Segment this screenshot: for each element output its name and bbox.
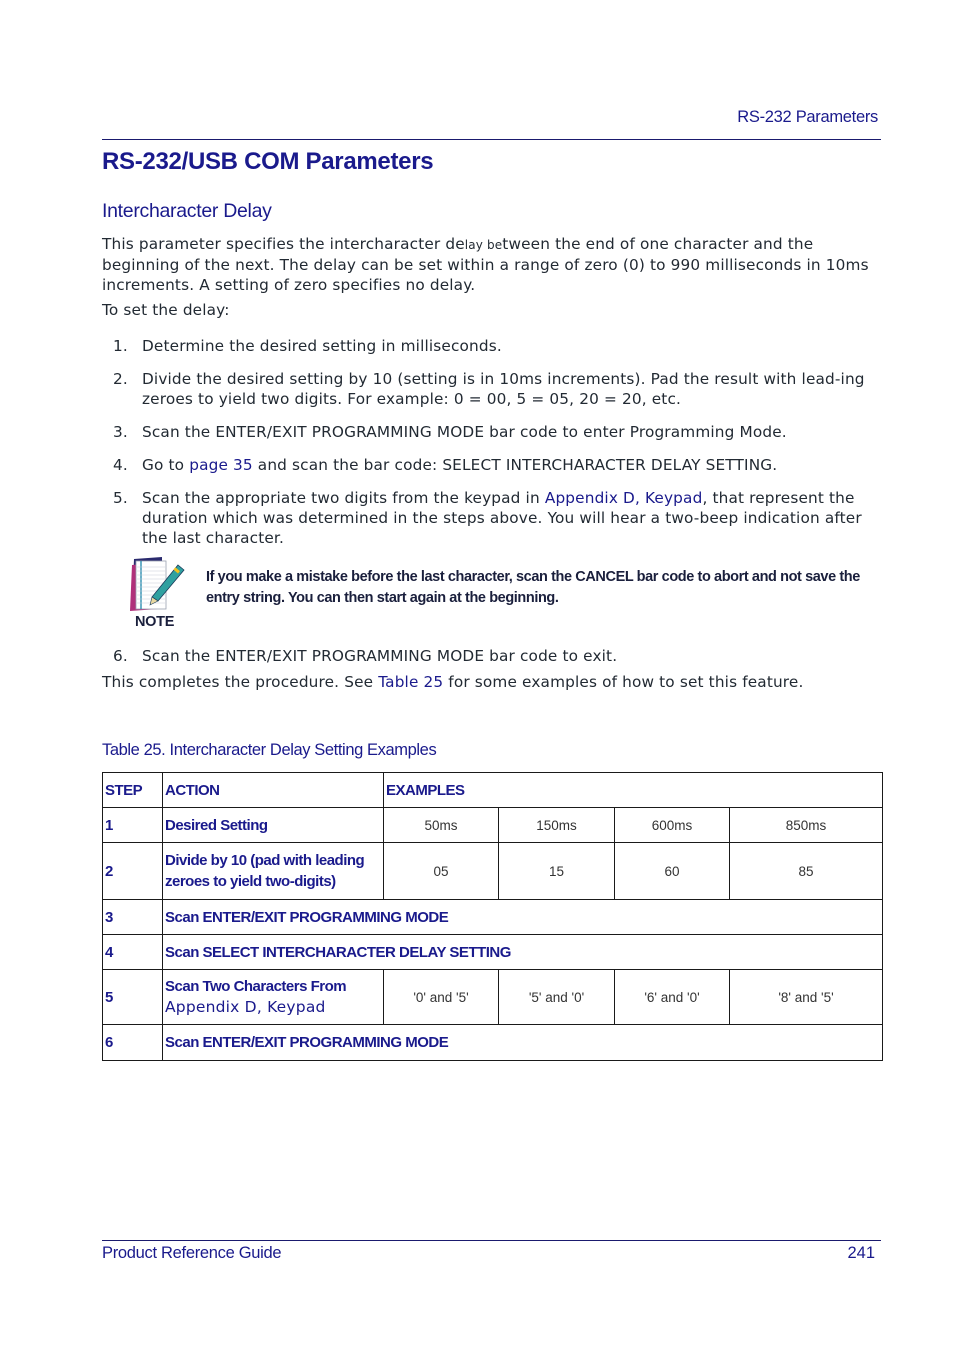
step-item: 2. Divide the desired setting by 10 (sett… — [102, 369, 882, 409]
footer-guide-title: Product Reference Guide — [102, 1244, 282, 1262]
step-cell: 6 — [102, 1024, 163, 1061]
intro-text-2: lay be — [464, 238, 503, 252]
header-examples: EXAMPLES — [382, 772, 884, 808]
step-number: 3. — [113, 423, 128, 441]
step-item: 1. Determine the desired setting in milli… — [102, 336, 882, 356]
intro-paragraph: This parameter specifies the intercharac… — [102, 234, 877, 295]
step-text: Divide the desired setting by 10 (settin… — [142, 370, 865, 408]
table-row: 5 Scan Two Characters From Appendix D, Ke… — [102, 969, 884, 1025]
step-text: Scan the ENTER/EXIT PROGRAMMING MODE bar… — [142, 647, 618, 665]
procedure-steps: 1. Determine the desired setting in milli… — [102, 336, 882, 561]
table-row: 3 Scan ENTER/EXIT PROGRAMMING MODE — [102, 899, 884, 935]
note-label: NOTE — [135, 614, 175, 630]
page-35-link[interactable]: page 35 — [189, 456, 253, 474]
example-cell: '0' and '5' — [383, 969, 499, 1025]
example-cell: 600ms — [614, 807, 730, 843]
step-text: Go to — [142, 456, 190, 474]
closing-text: This completes the procedure. See — [102, 673, 379, 691]
action-cell: Scan Two Characters From Appendix D, Keyp… — [162, 969, 384, 1025]
header-step: STEP — [102, 772, 163, 808]
table-caption: Table 25. Intercharacter Delay Setting E… — [102, 741, 437, 759]
action-cell: Divide by 10 (pad with leading zeroes to… — [162, 842, 384, 900]
running-header: RS-232 Parameters — [737, 108, 878, 126]
step-number: 4. — [113, 456, 128, 474]
to-set-label: To set the delay: — [102, 301, 230, 319]
note-pad-pen-icon — [130, 557, 185, 611]
step-cell: 4 — [102, 934, 163, 970]
action-cell: Scan ENTER/EXIT PROGRAMMING MODE — [161, 1024, 884, 1061]
delay-examples-table: STEP ACTION EXAMPLES 1 Desired Setting 5… — [102, 772, 884, 1061]
example-cell: 50ms — [383, 807, 499, 843]
step-item: 5. Scan the appropriate two digits from t… — [102, 488, 882, 548]
step-text: and scan the bar code: SELECT INTERCHARA… — [252, 456, 778, 474]
page-title: RS-232/USB COM Parameters — [102, 148, 434, 175]
table-row: 2 Divide by 10 (pad with leading zeroes … — [102, 842, 884, 900]
step-item: 3. Scan the ENTER/EXIT PROGRAMMING MODE b… — [102, 422, 882, 442]
example-cell: 150ms — [498, 807, 615, 843]
example-cell: 850ms — [728, 807, 884, 843]
step-cell: 2 — [102, 842, 163, 900]
table-row: 4 Scan SELECT INTERCHARACTER DELAY SETTI… — [102, 934, 884, 970]
step-number: 1. — [113, 337, 128, 355]
step-text: Scan the appropriate two digits from the… — [142, 489, 545, 507]
appendix-d-keypad-link[interactable]: Appendix D, Keypad — [545, 489, 703, 507]
example-cell: 15 — [498, 842, 615, 900]
action-cell: Scan SELECT INTERCHARACTER DELAY SETTING — [161, 934, 884, 970]
note-callout: NOTE If you make a mistake before the la… — [126, 555, 886, 635]
step-cell: 3 — [102, 899, 163, 935]
example-cell: 60 — [614, 842, 730, 900]
step-number: 6. — [113, 647, 128, 665]
step-number: 5. — [113, 489, 128, 507]
step-number: 2. — [113, 370, 128, 388]
example-cell: '6' and '0' — [614, 969, 730, 1025]
table-row: 6 Scan ENTER/EXIT PROGRAMMING MODE — [102, 1024, 884, 1061]
page-number: 241 — [847, 1244, 875, 1262]
example-cell: '8' and '5' — [728, 969, 884, 1025]
action-text: Scan Two Characters From — [165, 978, 347, 995]
footer-divider — [102, 1240, 881, 1241]
step-cell: 5 — [102, 969, 163, 1025]
action-cell: Scan ENTER/EXIT PROGRAMMING MODE — [161, 899, 884, 935]
step-text: Scan the ENTER/EXIT PROGRAMMING MODE bar… — [142, 423, 787, 441]
table-25-link[interactable]: Table 25 — [378, 673, 443, 691]
example-cell: 05 — [383, 842, 499, 900]
example-cell: '5' and '0' — [498, 969, 615, 1025]
header-divider — [102, 139, 881, 140]
closing-paragraph: This completes the procedure. See Table … — [102, 672, 877, 692]
action-cell: Desired Setting — [162, 807, 384, 843]
step-item: 4. Go to page 35 and scan the bar code: S… — [102, 455, 882, 475]
appendix-d-keypad-table-link[interactable]: Appendix D, Keypad — [165, 998, 326, 1016]
step-text: Determine the desired setting in millise… — [142, 337, 502, 355]
example-cell: 85 — [728, 842, 884, 900]
intro-text-1: This parameter specifies the intercharac… — [102, 235, 465, 253]
section-heading: Intercharacter Delay — [102, 200, 272, 222]
table-header-row: STEP ACTION EXAMPLES — [102, 772, 884, 808]
note-text: If you make a mistake before the last ch… — [206, 569, 860, 606]
table-row: 1 Desired Setting 50ms 150ms 600ms 850ms — [102, 807, 884, 843]
step-item: 6. Scan the ENTER/EXIT PROGRAMMING MODE b… — [102, 646, 882, 666]
header-action: ACTION — [162, 772, 384, 808]
step-cell: 1 — [102, 807, 163, 843]
closing-text: for some examples of how to set this fea… — [443, 673, 804, 691]
